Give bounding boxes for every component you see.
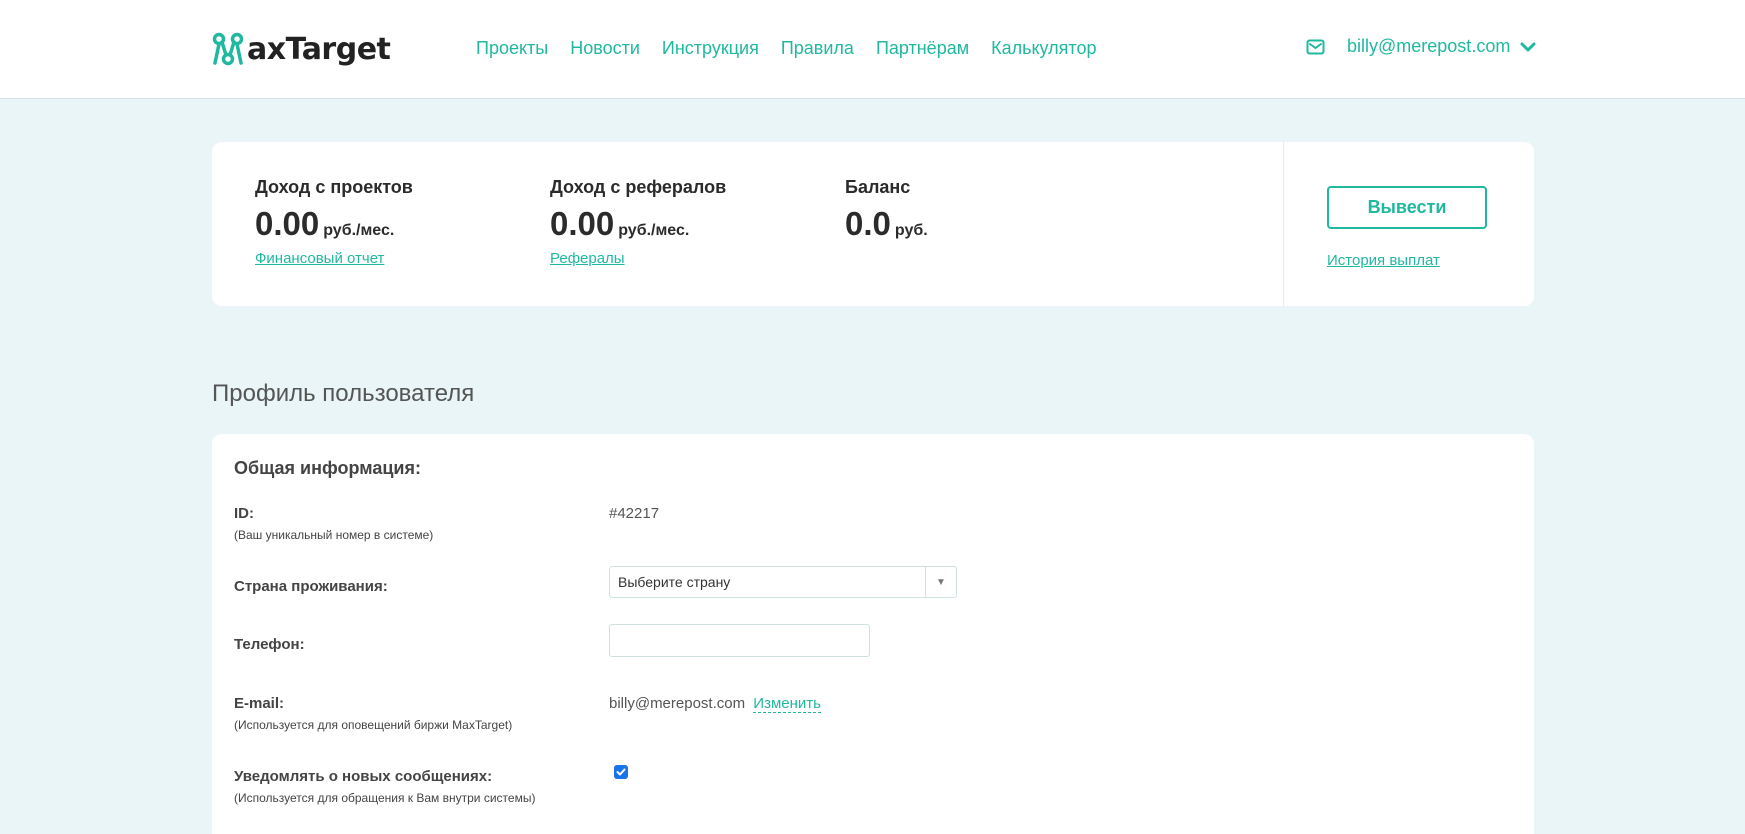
phone-row: Телефон: bbox=[234, 624, 1514, 657]
email-value: billy@merepost.com bbox=[609, 695, 746, 712]
envelope-icon bbox=[1306, 39, 1325, 54]
logo[interactable]: axTarget bbox=[211, 30, 391, 68]
logo-mark-icon bbox=[212, 32, 244, 66]
page-title: Профиль пользователя bbox=[212, 380, 475, 407]
earnings-summary-card: Доход с проектов 0.00 руб./мес. Финансовы… bbox=[212, 142, 1534, 306]
notify-label: Уведомлять о новых сообщениях: bbox=[234, 768, 493, 785]
nav-instructions[interactable]: Инструкция bbox=[662, 38, 759, 59]
nav-partners[interactable]: Партнёрам bbox=[876, 38, 969, 59]
nav-calculator[interactable]: Калькулятор bbox=[991, 38, 1096, 59]
section-heading: Общая информация: bbox=[234, 458, 421, 478]
stat-label: Доход с проектов bbox=[255, 177, 413, 197]
notify-row: Уведомлять о новых сообщениях: (Использу… bbox=[234, 765, 1514, 805]
top-header: axTarget Проекты Новости Инструкция Прав… bbox=[0, 0, 1745, 99]
chevron-down-icon bbox=[1520, 42, 1536, 51]
stat-value: 0.00 bbox=[255, 205, 320, 242]
user-id-value: #42217 bbox=[609, 505, 660, 522]
withdraw-button[interactable]: Вывести bbox=[1327, 186, 1487, 229]
stat-referral-income: Доход с рефералов 0.00 руб./мес. Рефералы bbox=[550, 177, 726, 268]
nav-rules[interactable]: Правила bbox=[781, 38, 854, 59]
stat-balance: Баланс 0.0 руб. bbox=[845, 177, 928, 243]
main-nav: Проекты Новости Инструкция Правила Партн… bbox=[476, 38, 1118, 59]
stat-unit: руб./мес. bbox=[618, 222, 690, 239]
nav-news[interactable]: Новости bbox=[570, 38, 640, 59]
logo-text: axTarget bbox=[247, 31, 391, 67]
email-row: E-mail: (Используется для оповещений бир… bbox=[234, 695, 1514, 732]
stat-value: 0.00 bbox=[550, 205, 615, 242]
notify-hint: (Используется для обращения к Вам внутри… bbox=[234, 791, 536, 805]
payout-history-link[interactable]: История выплат bbox=[1327, 252, 1440, 269]
phone-label: Телефон: bbox=[234, 636, 305, 653]
country-select[interactable]: Выберите страну ▼ bbox=[609, 566, 957, 598]
referrals-link[interactable]: Рефералы bbox=[550, 250, 625, 267]
phone-input[interactable] bbox=[609, 624, 870, 657]
stat-label: Доход с рефералов bbox=[550, 177, 727, 197]
stat-projects-income: Доход с проектов 0.00 руб./мес. Финансовы… bbox=[255, 177, 413, 268]
checkmark-icon bbox=[616, 768, 626, 776]
email-label: E-mail: bbox=[234, 695, 285, 712]
profile-card: Общая информация: ID: (Ваш уникальный но… bbox=[212, 434, 1534, 834]
stat-unit: руб./мес. bbox=[323, 222, 395, 239]
country-row: Страна проживания: Выберите страну ▼ bbox=[234, 566, 1514, 598]
email-value-group: billy@merepost.com Изменить bbox=[609, 695, 821, 713]
country-select-value: Выберите страну bbox=[618, 574, 731, 590]
user-menu[interactable]: billy@merepost.com bbox=[1306, 36, 1536, 57]
financial-report-link[interactable]: Финансовый отчет bbox=[255, 250, 384, 267]
caret-down-icon: ▼ bbox=[925, 567, 956, 597]
notify-checkbox[interactable] bbox=[614, 765, 628, 779]
change-email-link[interactable]: Изменить bbox=[753, 695, 821, 713]
id-label: ID: bbox=[234, 505, 254, 522]
nav-projects[interactable]: Проекты bbox=[476, 38, 548, 59]
stat-value: 0.0 bbox=[845, 205, 891, 242]
stat-label: Баланс bbox=[845, 177, 911, 197]
email-hint: (Используется для оповещений биржи MaxTa… bbox=[234, 718, 513, 732]
id-row: ID: (Ваш уникальный номер в системе) #42… bbox=[234, 505, 1514, 542]
stat-unit: руб. bbox=[894, 222, 928, 239]
user-email: billy@merepost.com bbox=[1347, 36, 1511, 56]
divider bbox=[1283, 142, 1284, 306]
id-hint: (Ваш уникальный номер в системе) bbox=[234, 528, 434, 542]
